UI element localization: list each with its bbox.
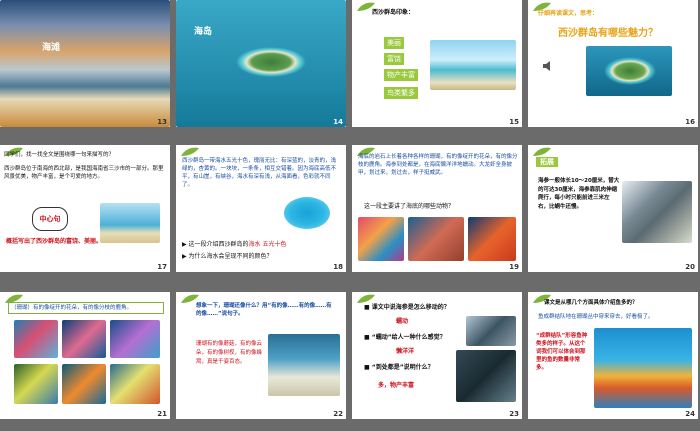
slide-18[interactable]: 西沙群岛一带海水五光十色，瑰丽无比：有深蓝的，淡青的，浅绿的，杏黄的。一块块，一…	[176, 145, 346, 272]
island-photo	[176, 0, 346, 127]
slide-title: （珊瑚）有的像绽开的花朵，有的像分枝的鹿角。	[8, 302, 164, 314]
slide-number: 21	[157, 410, 167, 418]
tag-birds: 鸟类繁多	[384, 87, 418, 99]
slide-question: 想象一下，珊瑚还像什么？用“有的像……有的像……有的像……”说句子。	[196, 303, 332, 317]
slide-number: 14	[333, 118, 343, 126]
slide-title: 仔细再读课文，思考：	[538, 10, 599, 17]
slide-number: 16	[685, 118, 695, 126]
slide-body: 西沙群岛位于南海的西北部，是我国海南省三沙市的一部分。那里风景优美，物产丰富，是…	[4, 166, 164, 180]
answer-1: 蠕动	[396, 318, 409, 325]
coral-photo	[268, 334, 340, 396]
coral-photo-5	[62, 364, 106, 404]
slide-number: 23	[509, 410, 519, 418]
coral-photo-4	[14, 364, 58, 404]
slide-number: 13	[157, 118, 167, 126]
question-2: ▶ 为什么海水会呈现不同的颜色？	[182, 253, 273, 260]
lobster-photo	[468, 217, 516, 261]
slide-question: 这一段主要讲了海底的哪些动物？	[364, 203, 455, 210]
slide-label: 海岛	[194, 27, 213, 37]
slide-24[interactable]: 课文是从哪几个方面具体介绍鱼多的？ 鱼成群结队地在珊瑚丛中穿来穿去，好看极了。 …	[528, 292, 698, 419]
slide-number: 24	[685, 410, 695, 418]
island-photo	[586, 46, 672, 96]
slide-19[interactable]: 海底的岩石上长着各种各样的珊瑚，有的像绽开的花朵，有的像分枝的鹿角。海参到处都是…	[352, 145, 522, 272]
answer-2: 懒洋洋	[396, 348, 415, 355]
slide-16[interactable]: 仔细再读课文，思考： 西沙群岛有哪些魅力？ 16	[528, 0, 698, 127]
slide-13[interactable]: 海滩 13	[0, 0, 170, 127]
slide-question: 西沙群岛有哪些魅力？	[558, 28, 658, 39]
coral-photo-6	[110, 364, 160, 404]
slide-23[interactable]: ■ 课文中说海参是怎么移动的？ 蠕动 ■ “蠕动”给人一种什么感觉？ 懒洋洋 ■…	[352, 292, 522, 419]
question-1: ■ 课文中说海参是怎么移动的？	[364, 304, 450, 311]
question-1: ▶ 这一段介绍西沙群岛的海水 五光十色	[182, 241, 287, 248]
answer-3: 多，物产丰富	[378, 382, 415, 389]
slide-body: 西沙群岛一带海水五光十色，瑰丽无比：有深蓝的，淡青的，浅绿的，杏黄的。一块块，一…	[182, 158, 337, 188]
coral-photo	[358, 217, 404, 261]
slide-title: 西沙群岛印象：	[372, 9, 415, 16]
slide-body: 海参一般体长10～20厘米，替大的可达30厘米，海参靠肌肉伸缩爬行，每小时只能前…	[538, 178, 620, 210]
sea-cucumber-photo-2	[456, 350, 516, 402]
slide-22[interactable]: 想象一下，珊瑚还像什么？用“有的像……有的像……有的像……”说句子。 珊瑚有的像…	[176, 292, 346, 419]
slide-question: 课文是从哪几个方面具体介绍鱼多的？	[544, 300, 638, 306]
fish-photo	[594, 328, 692, 408]
bubble-label: 中心句	[32, 207, 68, 231]
palm-beach-photo	[430, 40, 516, 90]
slide-14[interactable]: 海岛 14	[176, 0, 346, 127]
slide-body: 鱼成群结队地在珊瑚丛中穿来穿去，好看极了。	[538, 314, 654, 320]
slide-number: 15	[509, 118, 519, 126]
slide-number: 20	[685, 263, 695, 271]
slide-20[interactable]: 拓展 海参一般体长10～20厘米，替大的可达30厘米，海参靠肌肉伸缩爬行，每小时…	[528, 145, 698, 272]
slide-number: 18	[333, 263, 343, 271]
tag-beautiful: 美丽	[384, 37, 404, 49]
water-photo	[284, 197, 330, 229]
slide-body: 海底的岩石上长着各种各样的珊瑚，有的像绽开的花朵，有的像分枝的鹿角。海参到处都是…	[358, 154, 518, 176]
sea-cucumber-photo	[408, 217, 464, 261]
beach-photo	[0, 0, 170, 127]
slide-summary: 概括写出了西沙群岛的富饶、美丽。	[6, 238, 103, 245]
tag-products: 物产丰富	[384, 69, 418, 81]
slide-title: 同学们，找一找全文是围绕哪一句来描写的？	[4, 152, 115, 158]
slide-label: 海滩	[42, 43, 61, 53]
sea-cucumber-photo-1	[466, 316, 516, 346]
slide-15[interactable]: 西沙群岛印象： 美丽 富饶 物产丰富 鸟类繁多 15	[352, 0, 522, 127]
slide-answer: 珊瑚有的像蘑菇，有的像云朵，有的像树杈，有的像蜂窝，真是千姿百态。	[196, 341, 263, 365]
sea-cucumber-photo	[622, 181, 692, 243]
tag-rich: 富饶	[384, 53, 404, 65]
slide-number: 17	[157, 263, 167, 271]
slide-17[interactable]: 同学们，找一找全文是围绕哪一句来描写的？ 西沙群岛位于南海的西北部，是我国海南省…	[0, 145, 170, 272]
coral-photo-3	[110, 320, 160, 358]
question-3: ■ “到处都是”说明什么？	[364, 364, 434, 371]
question-2: ■ “蠕动”给人一种什么感觉？	[364, 334, 446, 341]
extension-tag: 拓展	[536, 157, 558, 167]
coral-photo-1	[14, 320, 58, 358]
speaker-icon[interactable]	[542, 60, 554, 72]
slide-sorter-grid: 海滩 13 海岛 14 西沙群岛印象： 美丽 富饶 物产丰富 鸟类繁多 15 仔…	[0, 0, 700, 431]
slide-note: “成群结队”形容鱼种类多的样子。从这个词我们可以体会到那里的鱼的数量非常多。	[536, 333, 588, 371]
slide-number: 22	[333, 410, 343, 418]
slide-number: 19	[509, 263, 519, 271]
slide-21[interactable]: （珊瑚）有的像绽开的花朵，有的像分枝的鹿角。 21	[0, 292, 170, 419]
coral-photo-2	[62, 320, 106, 358]
